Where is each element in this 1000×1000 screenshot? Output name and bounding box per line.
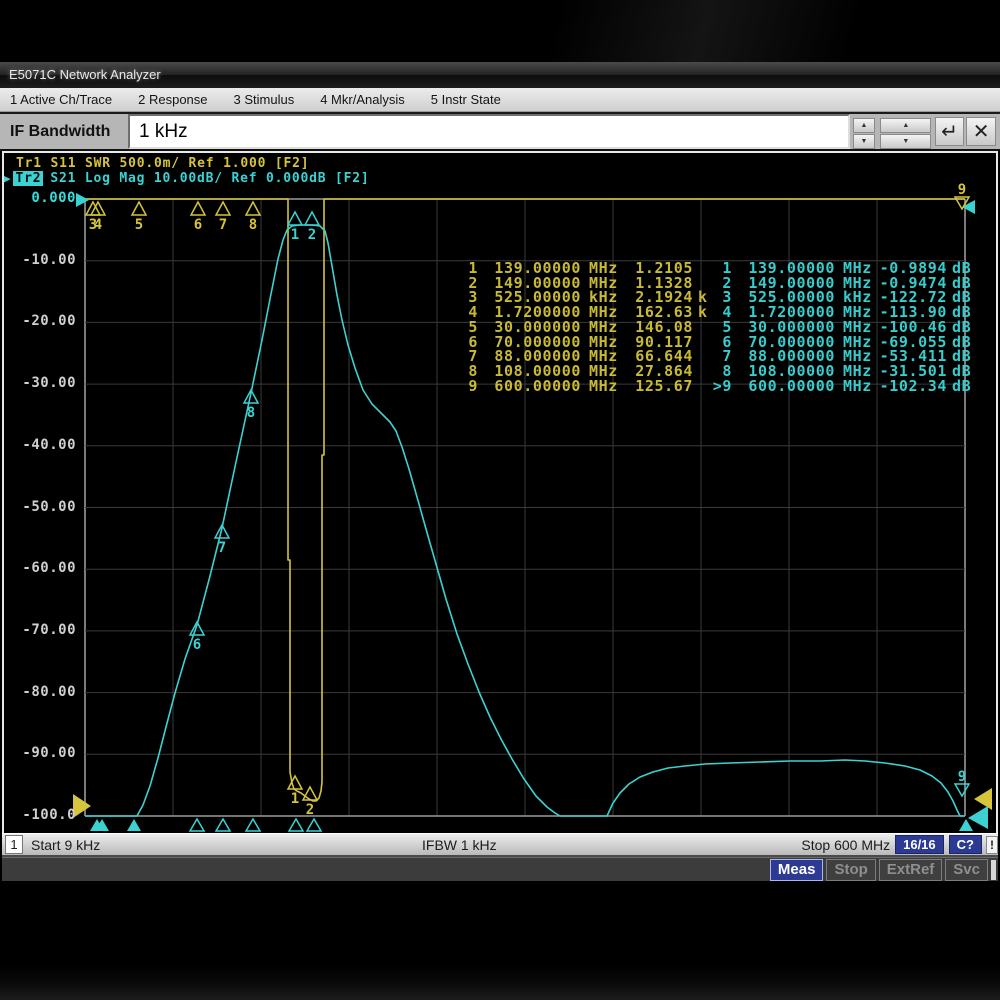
trace1-label: Tr1 bbox=[16, 156, 42, 171]
y-axis-tick-label: -20.00 bbox=[14, 313, 76, 329]
instrument-state-extref[interactable]: ExtRef bbox=[879, 859, 943, 881]
marker-number: 9 bbox=[452, 379, 478, 394]
marker-frequency: 600.00000 bbox=[487, 379, 581, 394]
trace2-label: Tr2 bbox=[13, 171, 43, 186]
frequency-unit: MHz bbox=[589, 379, 623, 394]
y-axis-tick-label: -40.00 bbox=[14, 437, 76, 453]
window-title: E5071C Network Analyzer bbox=[9, 67, 161, 82]
marker-value: -102.34 bbox=[877, 379, 947, 394]
active-trace-arrow-icon: ▶ bbox=[4, 172, 11, 185]
menu-item-5[interactable]: 5 Instr State bbox=[431, 92, 501, 107]
menu-item-1[interactable]: 1 Active Ch/Trace bbox=[10, 92, 112, 107]
ifbw-value-input[interactable]: 1 kHz bbox=[128, 114, 850, 149]
y-axis-tick-label: -100.0 bbox=[14, 807, 76, 823]
stop-frequency-label: Stop 600 MHz bbox=[801, 837, 890, 853]
enter-button[interactable]: ↵ bbox=[935, 117, 965, 146]
window-titlebar: E5071C Network Analyzer bbox=[0, 62, 1000, 88]
fine-spinner: ▲ ▼ bbox=[852, 117, 876, 146]
y-axis-tick-label: -50.00 bbox=[14, 499, 76, 515]
channel-status-bar: 1 Start 9 kHz IFBW 1 kHz Stop 600 MHz 16… bbox=[2, 833, 998, 857]
sweep-points-badge: 16/16 bbox=[895, 835, 944, 854]
screen-bottom-void bbox=[0, 881, 1000, 1000]
alert-indicator: ! bbox=[986, 836, 998, 854]
y-axis-tick-label: -60.00 bbox=[14, 560, 76, 576]
ifbw-status-label: IFBW 1 kHz bbox=[422, 837, 497, 853]
entry-toolbar: IF Bandwidth 1 kHz ▲ ▼ ▲ ▼ ↵ ✕ bbox=[0, 112, 1000, 151]
menu-item-3[interactable]: 3 Stimulus bbox=[234, 92, 295, 107]
instrument-state-meas[interactable]: Meas bbox=[770, 859, 824, 881]
trace2-status-line[interactable]: ▶ Tr2 S21 Log Mag 10.00dB/ Ref 0.000dB [… bbox=[4, 171, 370, 186]
y-axis-tick-label: 0.000 bbox=[14, 190, 76, 206]
enter-icon: ↵ bbox=[941, 121, 958, 143]
start-frequency-label: Start 9 kHz bbox=[31, 837, 100, 853]
close-icon: ✕ bbox=[973, 121, 990, 143]
marker-table-tr2: 1139.00000MHz-0.9894dB2149.00000MHz-0.94… bbox=[706, 261, 972, 393]
marker-table-tr1: 1139.00000MHz1.21052149.00000MHz1.132835… bbox=[452, 261, 718, 393]
instrument-state-svc[interactable]: Svc bbox=[945, 859, 988, 881]
entry-field-label: IF Bandwidth bbox=[0, 114, 128, 149]
tr2-marker-row-9: >9 600.00000 MHz-102.34 dB bbox=[706, 379, 972, 394]
channel-number-box: 1 bbox=[5, 835, 23, 854]
clipped-status-item bbox=[991, 860, 996, 880]
menu-bar: 1 Active Ch/Trace 2 Response 3 Stimulus 4 M… bbox=[0, 88, 1000, 112]
frequency-unit: MHz bbox=[843, 379, 877, 394]
marker-value: 125.67 bbox=[623, 379, 693, 394]
trace2-settings: S21 Log Mag 10.00dB/ Ref 0.000dB [F2] bbox=[50, 171, 369, 186]
marker-frequency: 600.00000 bbox=[741, 379, 835, 394]
menu-item-2[interactable]: 2 Response bbox=[138, 92, 207, 107]
coarse-spin-up-button[interactable]: ▲ bbox=[880, 118, 931, 133]
coarse-spin-down-button[interactable]: ▼ bbox=[880, 134, 931, 149]
y-axis-tick-label: -80.00 bbox=[14, 684, 76, 700]
instrument-status-bar: MeasStopExtRefSvc bbox=[2, 857, 998, 881]
screen-top-void bbox=[0, 0, 1000, 62]
y-axis-tick-label: -10.00 bbox=[14, 252, 76, 268]
y-axis-tick-label: -90.00 bbox=[14, 745, 76, 761]
menu-item-4[interactable]: 4 Mkr/Analysis bbox=[320, 92, 405, 107]
trace1-status-line[interactable]: Tr1 S11 SWR 500.0m/ Ref 1.000 [F2] bbox=[16, 156, 309, 171]
instrument-state-stop[interactable]: Stop bbox=[826, 859, 875, 881]
fine-spin-down-button[interactable]: ▼ bbox=[853, 134, 876, 149]
measurement-screen bbox=[2, 151, 998, 833]
fine-spin-up-button[interactable]: ▲ bbox=[853, 118, 876, 133]
coarse-spinner: ▲ ▼ bbox=[880, 117, 932, 146]
correction-status-badge: C? bbox=[949, 835, 982, 854]
y-axis-tick-label: -30.00 bbox=[14, 375, 76, 391]
y-axis-tick-label: -70.00 bbox=[14, 622, 76, 638]
value-unit: dB bbox=[952, 379, 972, 394]
trace1-settings: S11 SWR 500.0m/ Ref 1.000 [F2] bbox=[51, 156, 310, 171]
marker-number: >9 bbox=[706, 379, 732, 394]
tr1-marker-row-9: 9 600.00000 MHz125.67 bbox=[452, 379, 718, 394]
close-entry-button[interactable]: ✕ bbox=[966, 117, 996, 146]
